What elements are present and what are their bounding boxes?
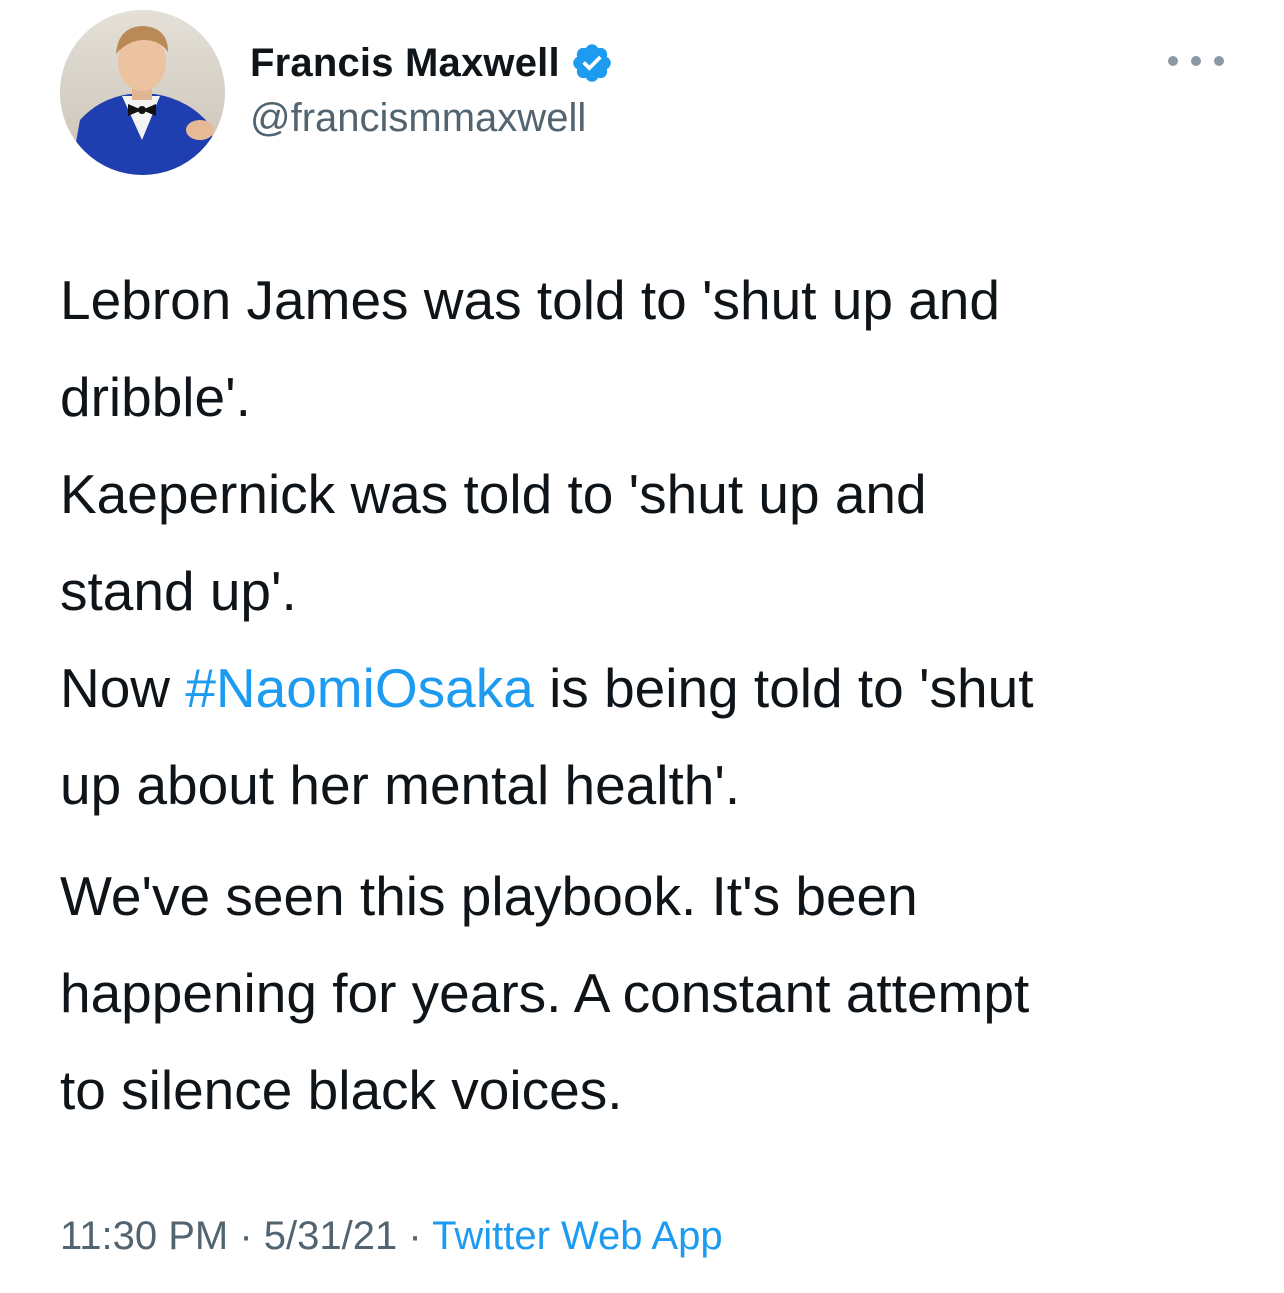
meta-separator: · bbox=[397, 1214, 433, 1258]
tweet-metadata: 11:30 PM · 5/31/21 · Twitter Web App bbox=[60, 1214, 723, 1259]
tweet-time[interactable]: 11:30 PM bbox=[60, 1214, 228, 1258]
more-dot bbox=[1191, 56, 1201, 66]
tweet-paragraph-1: Lebron James was told to 'shut up and dr… bbox=[60, 252, 1250, 834]
tweet-line: We've seen this playbook. It's been bbox=[60, 865, 918, 927]
tweet-line: happening for years. A constant attempt bbox=[60, 962, 1030, 1024]
meta-separator: · bbox=[228, 1214, 264, 1258]
more-options-icon[interactable] bbox=[1168, 48, 1224, 74]
tweet-line: up about her mental health'. bbox=[60, 754, 741, 816]
author-name-row: Francis Maxwell bbox=[250, 38, 614, 88]
tweet-line: stand up'. bbox=[60, 560, 297, 622]
more-dot bbox=[1214, 56, 1224, 66]
tweet-line: Kaepernick was told to 'shut up and bbox=[60, 463, 927, 525]
tweet-line: Lebron James was told to 'shut up and bbox=[60, 269, 1000, 331]
more-dot bbox=[1168, 56, 1178, 66]
avatar-photo bbox=[60, 10, 225, 175]
hashtag-link[interactable]: #NaomiOsaka bbox=[185, 657, 533, 719]
avatar[interactable] bbox=[60, 10, 225, 175]
tweet-line: dribble'. bbox=[60, 366, 251, 428]
tweet-line: Now #NaomiOsaka is being told to 'shut bbox=[60, 640, 1250, 737]
tweet-text-span: Now bbox=[60, 657, 186, 719]
tweet-text: Lebron James was told to 'shut up and dr… bbox=[60, 252, 1250, 1139]
tweet-text-span: is being told to 'shut bbox=[533, 657, 1034, 719]
tweet-date[interactable]: 5/31/21 bbox=[264, 1214, 397, 1258]
tweet: Francis Maxwell @francismmaxwell Lebron … bbox=[0, 0, 1284, 1293]
handle[interactable]: @francismmaxwell bbox=[250, 96, 586, 141]
tweet-source-link[interactable]: Twitter Web App bbox=[432, 1214, 723, 1258]
tweet-line: to silence black voices. bbox=[60, 1059, 623, 1121]
verified-badge-icon bbox=[570, 41, 614, 85]
display-name[interactable]: Francis Maxwell bbox=[250, 41, 560, 86]
tweet-paragraph-2: We've seen this playbook. It's been happ… bbox=[60, 848, 1250, 1139]
